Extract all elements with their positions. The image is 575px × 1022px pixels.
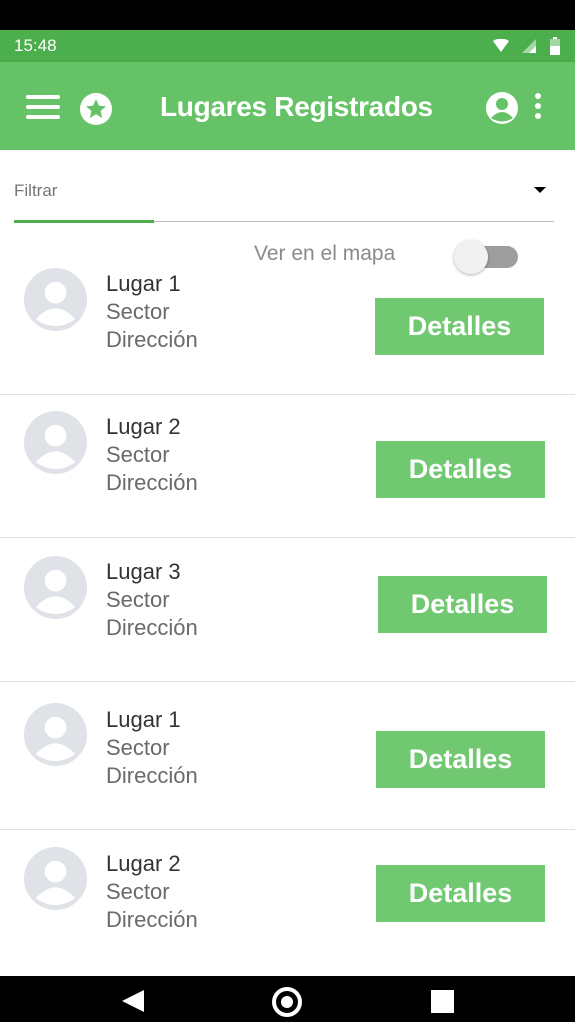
menu-icon-line — [26, 115, 60, 119]
battery-icon — [550, 37, 560, 55]
filter-underline — [14, 220, 154, 223]
place-sector: Sector — [106, 879, 170, 904]
place-texts: Lugar 1 Sector Dirección — [106, 270, 306, 354]
list-item: Lugar 1 Sector Dirección Detalles — [0, 230, 575, 395]
list-item: Lugar 2 Sector Dirección Detalles — [0, 395, 575, 538]
chevron-down-icon — [534, 187, 546, 193]
avatar-icon — [24, 268, 87, 331]
top-black-bar — [0, 0, 575, 30]
details-button[interactable]: Detalles — [376, 731, 545, 788]
details-button[interactable]: Detalles — [376, 441, 545, 498]
status-bar: 15:48 — [0, 30, 575, 62]
system-nav-bar — [0, 976, 575, 1022]
place-texts: Lugar 2 Sector Dirección — [106, 850, 306, 934]
place-name: Lugar 3 — [106, 559, 181, 584]
avatar-icon — [24, 556, 87, 619]
place-texts: Lugar 1 Sector Dirección — [106, 706, 306, 790]
place-texts: Lugar 2 Sector Dirección — [106, 413, 306, 497]
home-dot — [281, 996, 293, 1008]
menu-icon-line — [26, 105, 60, 109]
place-name: Lugar 2 — [106, 414, 181, 439]
list-item: Lugar 1 Sector Dirección Detalles — [0, 682, 575, 830]
list-item: Lugar 2 Sector Dirección Detalles — [0, 830, 575, 976]
place-sector: Sector — [106, 587, 170, 612]
home-icon[interactable] — [272, 987, 302, 1017]
place-name: Lugar 1 — [106, 707, 181, 732]
more-vert-icon[interactable] — [531, 93, 545, 123]
place-address: Dirección — [106, 907, 198, 932]
details-button[interactable]: Detalles — [376, 865, 545, 922]
wifi-icon — [493, 39, 509, 52]
details-button[interactable]: Detalles — [378, 576, 547, 633]
menu-button[interactable] — [26, 95, 60, 119]
more-dot — [535, 103, 541, 109]
place-sector: Sector — [106, 299, 170, 324]
star-icon[interactable] — [80, 93, 112, 125]
place-address: Dirección — [106, 470, 198, 495]
more-dot — [535, 113, 541, 119]
filter-label: Filtrar — [14, 181, 58, 200]
menu-icon — [26, 95, 60, 99]
cell-signal-icon — [522, 39, 536, 53]
avatar-icon — [24, 411, 87, 474]
place-sector: Sector — [106, 442, 170, 467]
page-title: Lugares Registrados — [160, 91, 433, 122]
place-address: Dirección — [106, 615, 198, 640]
place-name: Lugar 1 — [106, 271, 181, 296]
place-texts: Lugar 3 Sector Dirección — [106, 558, 306, 642]
place-name: Lugar 2 — [106, 851, 181, 876]
avatar-icon — [24, 847, 87, 910]
more-dot — [535, 93, 541, 99]
status-time: 15:48 — [14, 36, 57, 55]
place-sector: Sector — [106, 735, 170, 760]
status-icons — [493, 37, 561, 55]
avatar-icon — [24, 703, 87, 766]
content-area: Filtrar Ver en el mapa Lugar 1 Sector Di… — [0, 150, 575, 976]
place-address: Dirección — [106, 327, 198, 352]
place-address: Dirección — [106, 763, 198, 788]
recents-icon[interactable] — [431, 990, 454, 1013]
filter-dropdown[interactable]: Filtrar — [14, 180, 554, 223]
details-button[interactable]: Detalles — [375, 298, 544, 355]
account-circle-icon[interactable] — [486, 92, 518, 124]
list-item: Lugar 3 Sector Dirección Detalles — [0, 538, 575, 682]
back-icon[interactable] — [122, 990, 144, 1012]
